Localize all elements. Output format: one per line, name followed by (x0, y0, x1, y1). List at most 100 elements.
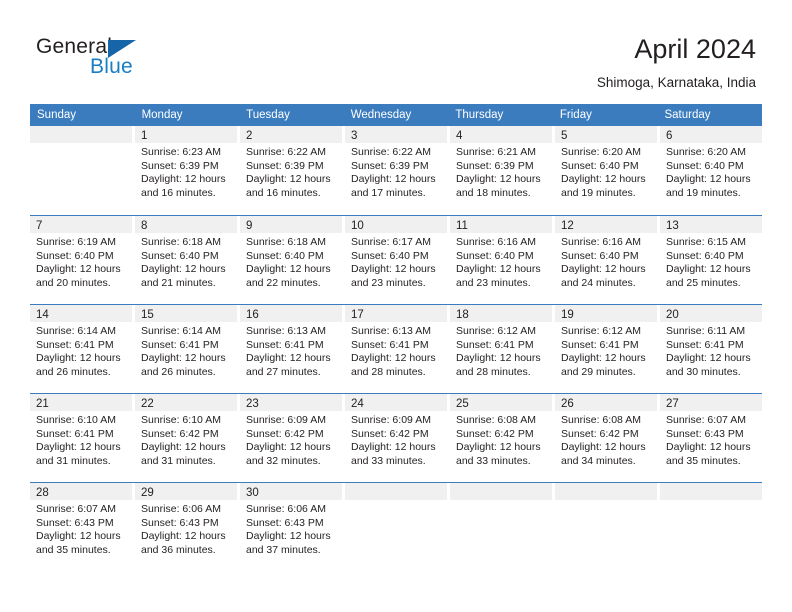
day-details: Sunrise: 6:12 AM Sunset: 6:41 PM Daylight:… (555, 322, 657, 379)
day-details: Sunrise: 6:08 AM Sunset: 6:42 PM Daylight:… (555, 411, 657, 468)
day-number: 3 (351, 130, 358, 142)
daylight-text: Daylight: 12 hours (456, 441, 541, 454)
day-details: Sunrise: 6:13 AM Sunset: 6:41 PM Daylight:… (345, 322, 447, 379)
day-number-band: 27 (660, 394, 762, 411)
sunrise-text: Sunrise: 6:14 AM (141, 325, 221, 337)
calendar-day-cell[interactable]: 29 Sunrise: 6:06 AM Sunset: 6:43 PM Dayligh… (135, 483, 240, 571)
calendar-day-cell[interactable]: 7 Sunrise: 6:19 AM Sunset: 6:40 PM Daylight… (30, 216, 135, 304)
calendar-day-cell[interactable]: 9 Sunrise: 6:18 AM Sunset: 6:40 PM Daylight… (240, 216, 345, 304)
day-number-band (30, 126, 132, 143)
calendar-grid: Sunday Monday Tuesday Wednesday Thursday Frid… (30, 104, 762, 571)
day-number-band: 7 (30, 216, 132, 233)
calendar-day-cell[interactable]: 18 Sunrise: 6:12 AM Sunset: 6:41 PM Dayligh… (450, 305, 555, 393)
sunset-text: Sunset: 6:39 PM (246, 159, 324, 172)
sunset-text: Sunset: 6:40 PM (246, 249, 324, 262)
day-details: Sunrise: 6:17 AM Sunset: 6:40 PM Daylight:… (345, 233, 447, 290)
sunrise-text: Sunrise: 6:08 AM (561, 414, 641, 426)
day-details: Sunrise: 6:18 AM Sunset: 6:40 PM Daylight:… (135, 233, 237, 290)
calendar-day-cell[interactable]: 30 Sunrise: 6:06 AM Sunset: 6:43 PM Dayligh… (240, 483, 345, 571)
day-number-band: 9 (240, 216, 342, 233)
day-details: Sunrise: 6:10 AM Sunset: 6:42 PM Daylight:… (135, 411, 237, 468)
daylight-text-cont: and 37 minutes. (246, 543, 321, 556)
calendar-day-cell[interactable]: 13 Sunrise: 6:15 AM Sunset: 6:40 PM Dayligh… (660, 216, 762, 304)
calendar-day-cell[interactable]: 24 Sunrise: 6:09 AM Sunset: 6:42 PM Dayligh… (345, 394, 450, 482)
calendar-day-cell[interactable]: 16 Sunrise: 6:13 AM Sunset: 6:41 PM Dayligh… (240, 305, 345, 393)
sunrise-text: Sunrise: 6:23 AM (141, 146, 221, 158)
daylight-text: Daylight: 12 hours (666, 441, 751, 454)
sunset-text: Sunset: 6:43 PM (246, 516, 324, 529)
calendar-day-cell[interactable]: 5 Sunrise: 6:20 AM Sunset: 6:40 PM Daylight… (555, 126, 660, 215)
daylight-text-cont: and 17 minutes. (351, 186, 426, 199)
day-number-band: 13 (660, 216, 762, 233)
day-details: Sunrise: 6:06 AM Sunset: 6:43 PM Daylight:… (240, 500, 342, 557)
weekday-header-row: Sunday Monday Tuesday Wednesday Thursday Frid… (30, 104, 762, 126)
calendar-page: General Blue April 2024 Shimoga, Karnata… (0, 0, 792, 612)
brand-logo[interactable]: General Blue (36, 36, 276, 84)
calendar-day-cell[interactable]: 14 Sunrise: 6:14 AM Sunset: 6:41 PM Dayligh… (30, 305, 135, 393)
calendar-day-cell[interactable]: 2 Sunrise: 6:22 AM Sunset: 6:39 PM Daylight… (240, 126, 345, 215)
calendar-day-cell[interactable]: 25 Sunrise: 6:08 AM Sunset: 6:42 PM Dayligh… (450, 394, 555, 482)
day-number: 8 (141, 220, 148, 232)
calendar-day-cell[interactable]: 3 Sunrise: 6:22 AM Sunset: 6:39 PM Daylight… (345, 126, 450, 215)
calendar-day-cell[interactable]: 1 Sunrise: 6:23 AM Sunset: 6:39 PM Daylight… (135, 126, 240, 215)
daylight-text: Daylight: 12 hours (246, 263, 331, 276)
calendar-day-cell[interactable]: 21 Sunrise: 6:10 AM Sunset: 6:41 PM Dayligh… (30, 394, 135, 482)
daylight-text-cont: and 28 minutes. (456, 365, 531, 378)
calendar-day-cell[interactable]: 19 Sunrise: 6:12 AM Sunset: 6:41 PM Dayligh… (555, 305, 660, 393)
day-details: Sunrise: 6:07 AM Sunset: 6:43 PM Daylight:… (30, 500, 132, 557)
day-number-band: 15 (135, 305, 237, 322)
sunset-text: Sunset: 6:42 PM (246, 427, 324, 440)
sunset-text: Sunset: 6:39 PM (351, 159, 429, 172)
calendar-day-cell[interactable]: 17 Sunrise: 6:13 AM Sunset: 6:41 PM Dayligh… (345, 305, 450, 393)
day-number-band: 5 (555, 126, 657, 143)
sunset-text: Sunset: 6:39 PM (141, 159, 219, 172)
day-number: 22 (141, 398, 154, 410)
daylight-text-cont: and 25 minutes. (666, 276, 741, 289)
calendar-day-cell[interactable]: 23 Sunrise: 6:09 AM Sunset: 6:42 PM Dayligh… (240, 394, 345, 482)
day-details: Sunrise: 6:09 AM Sunset: 6:42 PM Daylight:… (345, 411, 447, 468)
day-number: 23 (246, 398, 259, 410)
calendar-day-cell[interactable]: 6 Sunrise: 6:20 AM Sunset: 6:40 PM Daylight… (660, 126, 762, 215)
daylight-text-cont: and 24 minutes. (561, 276, 636, 289)
calendar-day-cell[interactable]: 15 Sunrise: 6:14 AM Sunset: 6:41 PM Dayligh… (135, 305, 240, 393)
calendar-day-cell[interactable]: 26 Sunrise: 6:08 AM Sunset: 6:42 PM Dayligh… (555, 394, 660, 482)
sunset-text: Sunset: 6:43 PM (141, 516, 219, 529)
daylight-text-cont: and 29 minutes. (561, 365, 636, 378)
daylight-text: Daylight: 12 hours (456, 263, 541, 276)
day-number: 14 (36, 309, 49, 321)
day-number-band (345, 483, 447, 500)
sunrise-text: Sunrise: 6:19 AM (36, 236, 116, 248)
calendar-day-cell[interactable]: 10 Sunrise: 6:17 AM Sunset: 6:40 PM Dayligh… (345, 216, 450, 304)
daylight-text-cont: and 33 minutes. (351, 454, 426, 467)
calendar-day-cell[interactable]: 20 Sunrise: 6:11 AM Sunset: 6:41 PM Dayligh… (660, 305, 762, 393)
daylight-text-cont: and 27 minutes. (246, 365, 321, 378)
sunrise-text: Sunrise: 6:08 AM (456, 414, 536, 426)
day-number-band: 6 (660, 126, 762, 143)
daylight-text: Daylight: 12 hours (666, 263, 751, 276)
day-number: 1 (141, 130, 148, 142)
day-details: Sunrise: 6:13 AM Sunset: 6:41 PM Daylight:… (240, 322, 342, 379)
calendar-empty-cell (30, 126, 135, 215)
calendar-day-cell[interactable]: 11 Sunrise: 6:16 AM Sunset: 6:40 PM Dayligh… (450, 216, 555, 304)
day-details: Sunrise: 6:15 AM Sunset: 6:40 PM Daylight:… (660, 233, 762, 290)
calendar-day-cell[interactable]: 27 Sunrise: 6:07 AM Sunset: 6:43 PM Dayligh… (660, 394, 762, 482)
day-number: 27 (666, 398, 679, 410)
day-number: 7 (36, 220, 43, 232)
day-number-band (660, 483, 762, 500)
calendar-day-cell[interactable]: 22 Sunrise: 6:10 AM Sunset: 6:42 PM Dayligh… (135, 394, 240, 482)
sunset-text: Sunset: 6:43 PM (666, 427, 744, 440)
sunset-text: Sunset: 6:41 PM (561, 338, 639, 351)
calendar-day-cell[interactable]: 8 Sunrise: 6:18 AM Sunset: 6:40 PM Daylight… (135, 216, 240, 304)
daylight-text-cont: and 26 minutes. (141, 365, 216, 378)
brand-name-blue: Blue (90, 55, 133, 78)
daylight-text: Daylight: 12 hours (561, 173, 646, 186)
calendar-day-cell[interactable]: 4 Sunrise: 6:21 AM Sunset: 6:39 PM Daylight… (450, 126, 555, 215)
sunrise-text: Sunrise: 6:06 AM (246, 503, 326, 515)
daylight-text: Daylight: 12 hours (666, 352, 751, 365)
daylight-text: Daylight: 12 hours (456, 352, 541, 365)
calendar-day-cell[interactable]: 12 Sunrise: 6:16 AM Sunset: 6:40 PM Dayligh… (555, 216, 660, 304)
daylight-text: Daylight: 12 hours (246, 441, 331, 454)
calendar-day-cell[interactable]: 28 Sunrise: 6:07 AM Sunset: 6:43 PM Dayligh… (30, 483, 135, 571)
page-header: General Blue April 2024 Shimoga, Karnata… (0, 0, 792, 100)
day-details (555, 500, 657, 503)
